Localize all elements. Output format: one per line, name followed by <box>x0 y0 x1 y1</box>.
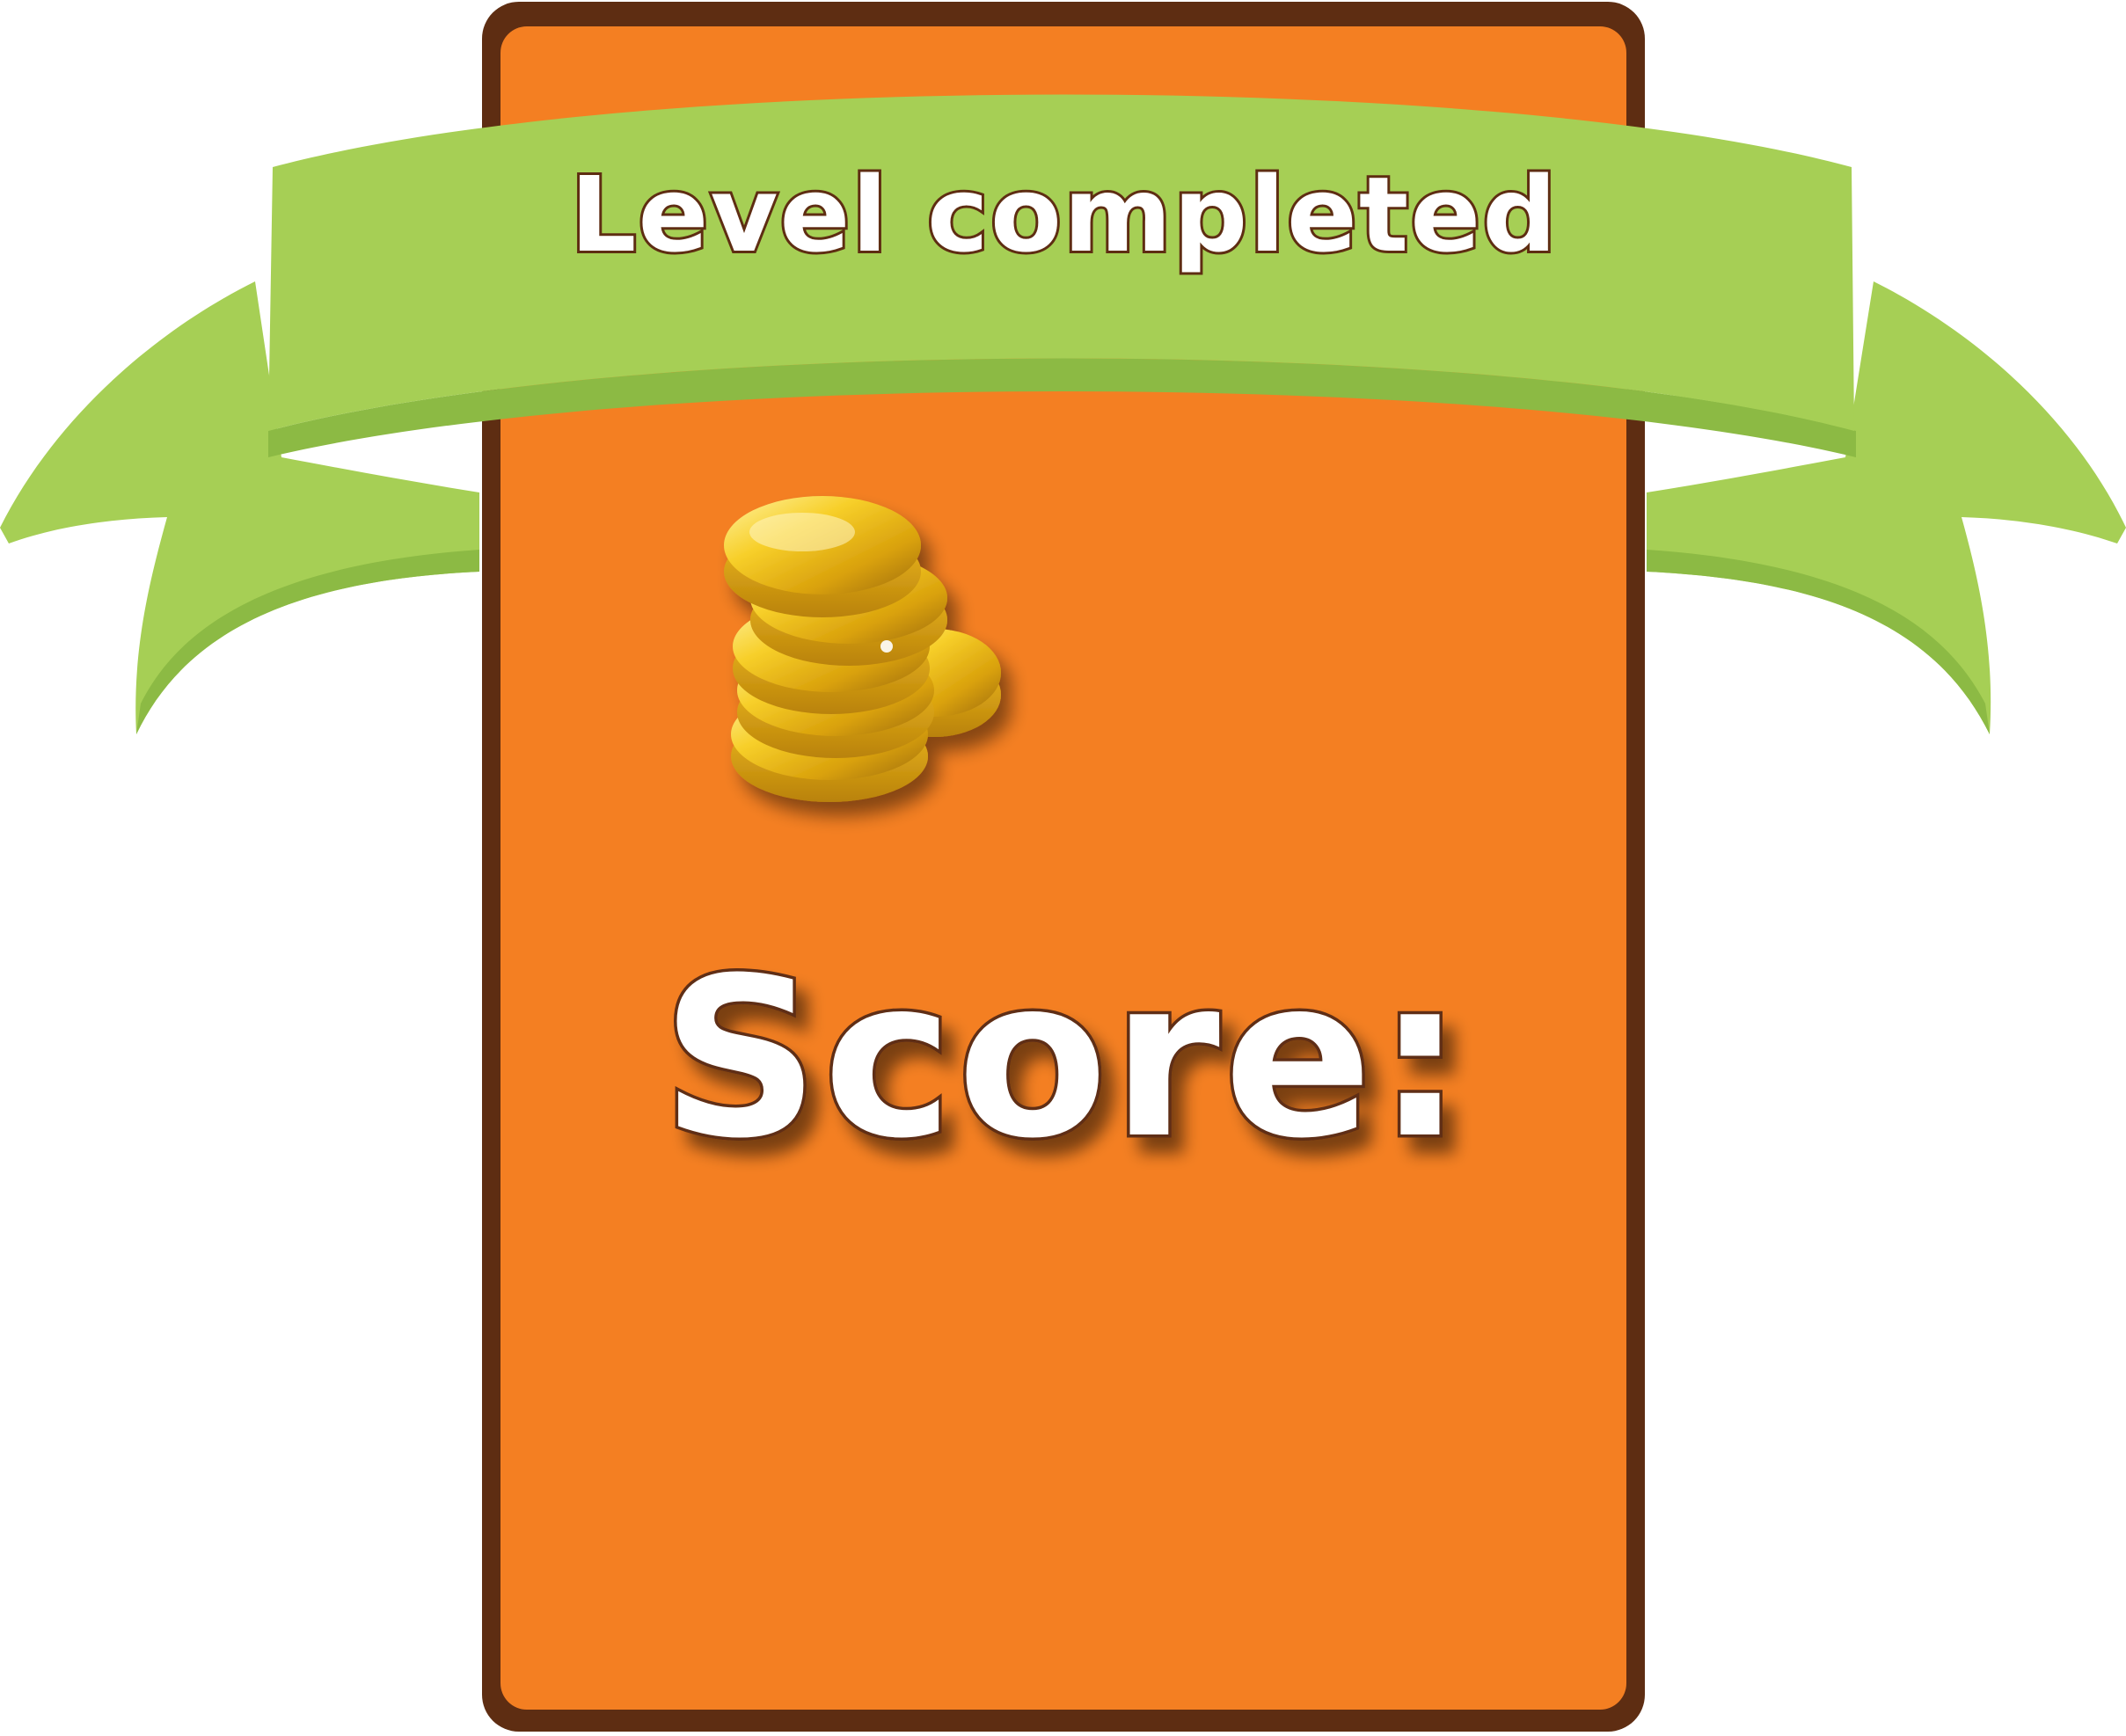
banner-title: Level completed <box>570 154 1559 275</box>
score-label: Score: <box>661 930 1468 1186</box>
level-complete-scene: Level completed Score: <box>0 2 2126 1732</box>
